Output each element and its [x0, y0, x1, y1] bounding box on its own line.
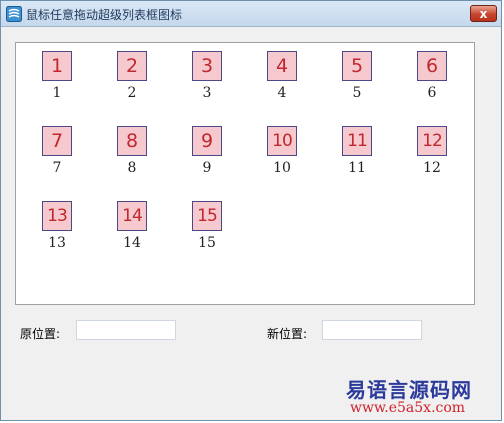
original-position-input[interactable]: [76, 320, 176, 340]
list-item[interactable]: 88: [105, 122, 159, 186]
item-label: 10: [273, 160, 291, 176]
list-item[interactable]: 14 14: [105, 197, 159, 261]
item-label: 13: [48, 235, 66, 251]
item-number-icon: 7: [42, 126, 72, 156]
item-number-icon: 12: [417, 126, 447, 156]
item-label: 2: [127, 85, 137, 101]
item-number-icon: 8: [117, 126, 147, 156]
super-listview[interactable]: 1 1 2 2 3 3 4 4 5 5 6 6 7 7 8 8 9 9 10 10 11 11 12 12 13 13 14 14 15…: [15, 42, 475, 305]
list-item[interactable]: 66: [405, 47, 459, 111]
item-number-icon: 10: [267, 126, 297, 156]
watermark-site-name: 易语言源码网: [346, 378, 472, 402]
item-number-icon: 6: [417, 51, 447, 81]
list-item[interactable]: 55: [330, 47, 384, 111]
close-icon: x: [479, 6, 488, 21]
item-label: 5: [352, 85, 362, 101]
new-position-label: 新位置:: [267, 327, 308, 341]
new-position-input[interactable]: [322, 320, 422, 340]
list-item[interactable]: 33: [180, 47, 234, 111]
list-item[interactable]: 10 10: [255, 122, 309, 186]
item-number-icon: 2: [117, 51, 147, 81]
item-label: 14: [123, 235, 141, 251]
list-item[interactable]: 11 11: [330, 122, 384, 186]
item-number-icon: 5: [342, 51, 372, 81]
close-button[interactable]: x: [470, 5, 497, 22]
list-item[interactable]: 22: [105, 47, 159, 111]
item-label: 9: [202, 160, 212, 176]
item-label: 11: [348, 160, 366, 176]
list-item[interactable]: 77: [30, 122, 84, 186]
item-number-icon: 9: [192, 126, 222, 156]
list-item[interactable]: 13 13: [30, 197, 84, 261]
list-item[interactable]: 99: [180, 122, 234, 186]
title-bar[interactable]: 鼠标任意拖动超级列表框图标 x: [1, 1, 501, 27]
item-number-icon: 3: [192, 51, 222, 81]
list-item[interactable]: 15 15: [180, 197, 234, 261]
item-label: 3: [202, 85, 212, 101]
item-label: 6: [427, 85, 437, 101]
item-number-icon: 14: [117, 201, 147, 231]
main-window: 鼠标任意拖动超级列表框图标 x 1 1 2 2 3 3 4 4 5 5 6 6 7 7 8 8 9 9 10 10 11…: [0, 0, 502, 421]
item-label: 7: [52, 160, 62, 176]
window-title: 鼠标任意拖动超级列表框图标: [26, 8, 183, 22]
list-item[interactable]: 11: [30, 47, 84, 111]
item-label: 15: [198, 235, 216, 251]
original-position-label: 原位置:: [20, 327, 61, 341]
watermark-url: www.e5a5x.com: [350, 400, 466, 416]
app-icon: [6, 6, 22, 22]
item-number-icon: 13: [42, 201, 72, 231]
item-number-icon: 4: [267, 51, 297, 81]
item-label: 8: [127, 160, 137, 176]
item-number-icon: 1: [42, 51, 72, 81]
item-number-icon: 15: [192, 201, 222, 231]
item-label: 12: [423, 160, 441, 176]
item-label: 4: [277, 85, 287, 101]
item-number-icon: 11: [342, 126, 372, 156]
list-item[interactable]: 44: [255, 47, 309, 111]
list-item[interactable]: 12 12: [405, 122, 459, 186]
item-label: 1: [52, 85, 62, 101]
